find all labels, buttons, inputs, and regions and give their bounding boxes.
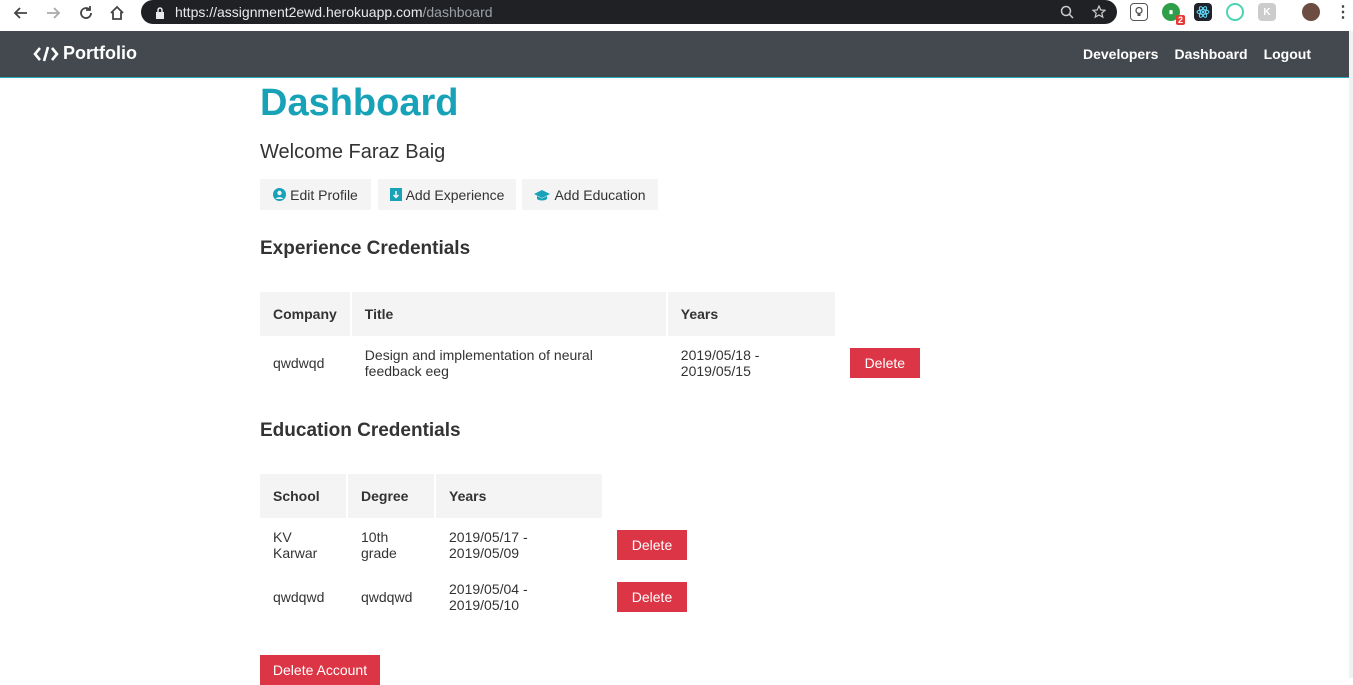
- more-menu-icon[interactable]: ⋮: [1334, 3, 1352, 21]
- education-section-title: Education Credentials: [260, 420, 461, 441]
- extension-k-icon[interactable]: K: [1258, 3, 1276, 21]
- edit-profile-button[interactable]: Edit Profile: [260, 179, 371, 210]
- welcome-text: Welcome Faraz Baig: [260, 141, 446, 163]
- extension-badge-icon[interactable]: ⏸ 2: [1162, 3, 1185, 25]
- degree-cell: 10th grade: [361, 529, 397, 561]
- years-cell: 2019/05/17 - 2019/05/09: [449, 529, 528, 561]
- forward-arrow-icon[interactable]: [43, 3, 63, 23]
- table-row: qwdwqd Design and implementation of neur…: [260, 338, 933, 388]
- user-circle-icon: [273, 188, 287, 201]
- url-text: https://assignment2ewd.herokuapp.com/das…: [175, 4, 493, 20]
- extension-lightbulb-icon[interactable]: [1130, 3, 1148, 21]
- bookmark-star-icon[interactable]: [1090, 3, 1108, 21]
- delete-account-button[interactable]: Delete Account: [260, 655, 380, 685]
- home-icon[interactable]: [107, 3, 127, 23]
- column-header: Years: [667, 292, 835, 336]
- briefcase-icon: [389, 188, 402, 201]
- column-header: Title: [351, 292, 666, 336]
- react-devtools-icon[interactable]: [1194, 3, 1212, 21]
- experience-section-title: Experience Credentials: [260, 238, 471, 259]
- years-cell: 2019/05/18 - 2019/05/15: [680, 347, 760, 379]
- delete-education-button[interactable]: Delete: [617, 582, 687, 612]
- degree-cell: qwdqwd: [361, 589, 413, 605]
- nav-link-developers[interactable]: Developers: [1083, 46, 1158, 62]
- company-cell: qwdwqd: [273, 355, 325, 371]
- lock-icon: [155, 6, 165, 19]
- scrollbar[interactable]: [1349, 31, 1353, 678]
- years-cell: 2019/05/04 - 2019/05/10: [449, 581, 528, 613]
- add-education-button[interactable]: Add Education: [522, 179, 658, 210]
- table-header-row: Company Title Years: [260, 292, 933, 336]
- delete-education-button[interactable]: Delete: [617, 530, 687, 560]
- delete-experience-button[interactable]: Delete: [849, 348, 920, 378]
- school-cell: qwdqwd: [273, 589, 325, 605]
- column-header: School: [260, 474, 346, 518]
- address-bar[interactable]: https://assignment2ewd.herokuapp.com/das…: [141, 0, 1117, 24]
- add-experience-button[interactable]: Add Experience: [378, 179, 516, 210]
- brand-link[interactable]: Portfolio: [33, 43, 137, 64]
- table-row: KV Karwar 10th grade 2019/05/17 - 2019/0…: [260, 520, 700, 570]
- table-header-row: School Degree Years: [260, 474, 700, 518]
- experience-table: Company Title Years qwdwqd Design and im…: [258, 290, 935, 390]
- code-icon: [33, 45, 59, 63]
- column-header: Company: [260, 292, 350, 336]
- back-arrow-icon[interactable]: [11, 3, 31, 23]
- extension-circle-icon[interactable]: [1226, 3, 1244, 21]
- nav-link-dashboard[interactable]: Dashboard: [1174, 46, 1247, 62]
- school-cell: KV Karwar: [273, 529, 318, 561]
- zoom-icon[interactable]: [1058, 3, 1076, 21]
- column-header: Years: [436, 474, 602, 518]
- title-cell: Design and implementation of neural feed…: [364, 347, 593, 379]
- nav-link-logout[interactable]: Logout: [1264, 46, 1311, 62]
- brand-text: Portfolio: [63, 43, 137, 63]
- navbar: Portfolio Developers Dashboard Logout: [0, 31, 1349, 78]
- reload-icon[interactable]: [76, 3, 96, 23]
- page-title: Dashboard: [260, 82, 459, 124]
- graduation-cap-icon: [534, 189, 551, 201]
- education-table: School Degree Years KV Karwar 10th grade…: [258, 472, 702, 624]
- column-header: Degree: [348, 474, 434, 518]
- profile-avatar[interactable]: [1302, 3, 1320, 21]
- browser-toolbar: https://assignment2ewd.herokuapp.com/das…: [0, 0, 1353, 26]
- table-row: qwdqwd qwdqwd 2019/05/04 - 2019/05/10 De…: [260, 572, 700, 622]
